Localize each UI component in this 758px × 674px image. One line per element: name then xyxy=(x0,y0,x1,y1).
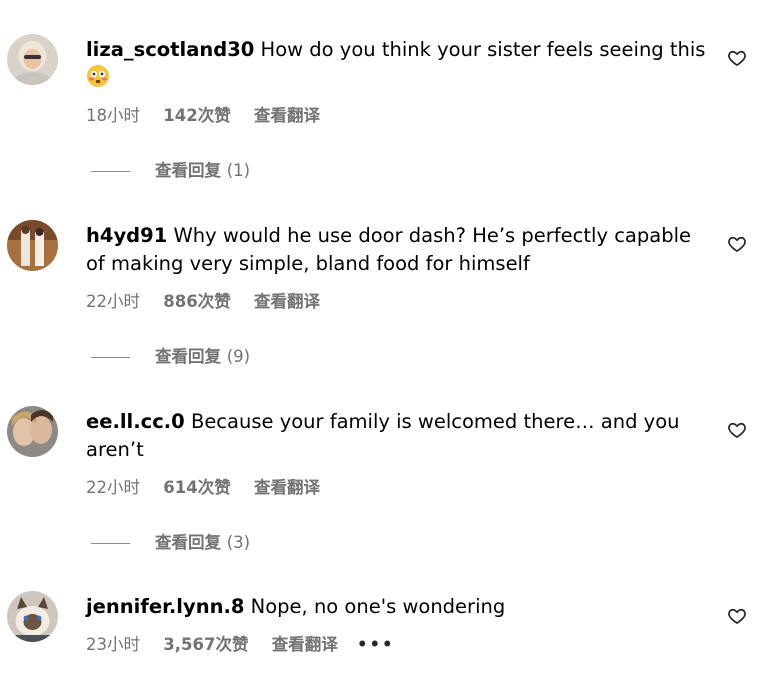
comment-body: Why would he use door dash? He’s perfect… xyxy=(86,224,691,275)
view-replies-label: 查看回复 xyxy=(155,533,221,552)
like-count[interactable]: 142次赞 xyxy=(163,106,230,125)
like-count[interactable]: 3,567次赞 xyxy=(163,635,248,654)
avatar[interactable] xyxy=(7,406,58,457)
comment-meta: 23小时 3,567次赞 查看翻译 ••• xyxy=(86,634,395,656)
heart-outline-icon[interactable] xyxy=(727,606,747,626)
replies-count: (1) xyxy=(226,161,251,180)
divider-line xyxy=(91,543,130,544)
comment-text: ee.ll.cc.0 Because your family is welcom… xyxy=(86,408,711,464)
like-count[interactable]: 614次赞 xyxy=(163,478,230,497)
comment-meta: 22小时 886次赞 查看翻译 xyxy=(86,291,320,313)
divider-line xyxy=(91,357,130,358)
comment-meta: 22小时 614次赞 查看翻译 xyxy=(86,477,320,499)
avatar[interactable] xyxy=(7,34,58,85)
comment-time: 22小时 xyxy=(86,478,140,497)
view-replies-label: 查看回复 xyxy=(155,161,221,180)
replies-count: (9) xyxy=(226,347,251,366)
view-replies-button[interactable]: 查看回复 (9) xyxy=(91,346,250,368)
flushed-face-emoji xyxy=(86,64,110,96)
avatar[interactable] xyxy=(7,220,58,271)
comment-username[interactable]: h4yd91 xyxy=(86,224,167,247)
comment-text: liza_scotland30 How do you think your si… xyxy=(86,36,711,96)
like-count[interactable]: 886次赞 xyxy=(163,292,230,311)
comment-body: How do you think your sister feels seein… xyxy=(260,38,706,61)
view-replies-button[interactable]: 查看回复 (1) xyxy=(91,160,250,182)
comment-username[interactable]: liza_scotland30 xyxy=(86,38,254,61)
comment-username[interactable]: ee.ll.cc.0 xyxy=(86,410,185,433)
translate-button[interactable]: 查看翻译 xyxy=(254,106,320,125)
comment-username[interactable]: jennifer.lynn.8 xyxy=(86,595,244,618)
translate-button[interactable]: 查看翻译 xyxy=(272,635,338,654)
more-options-icon[interactable]: ••• xyxy=(357,635,395,654)
divider-line xyxy=(91,171,130,172)
comment-time: 18小时 xyxy=(86,106,140,125)
heart-outline-icon[interactable] xyxy=(727,48,747,68)
translate-button[interactable]: 查看翻译 xyxy=(254,292,320,311)
comment-time: 22小时 xyxy=(86,292,140,311)
view-replies-button[interactable]: 查看回复 (3) xyxy=(91,532,250,554)
avatar[interactable] xyxy=(7,591,58,642)
comment-body: Nope, no one's wondering xyxy=(250,595,506,618)
comment-time: 23小时 xyxy=(86,635,140,654)
view-replies-label: 查看回复 xyxy=(155,347,221,366)
heart-outline-icon[interactable] xyxy=(727,234,747,254)
comment-text: h4yd91 Why would he use door dash? He’s … xyxy=(86,222,711,278)
translate-button[interactable]: 查看翻译 xyxy=(254,478,320,497)
comment-meta: 18小时 142次赞 查看翻译 xyxy=(86,105,320,127)
replies-count: (3) xyxy=(226,533,251,552)
comment-text: jennifer.lynn.8 Nope, no one's wondering xyxy=(86,593,711,621)
heart-outline-icon[interactable] xyxy=(727,420,747,440)
